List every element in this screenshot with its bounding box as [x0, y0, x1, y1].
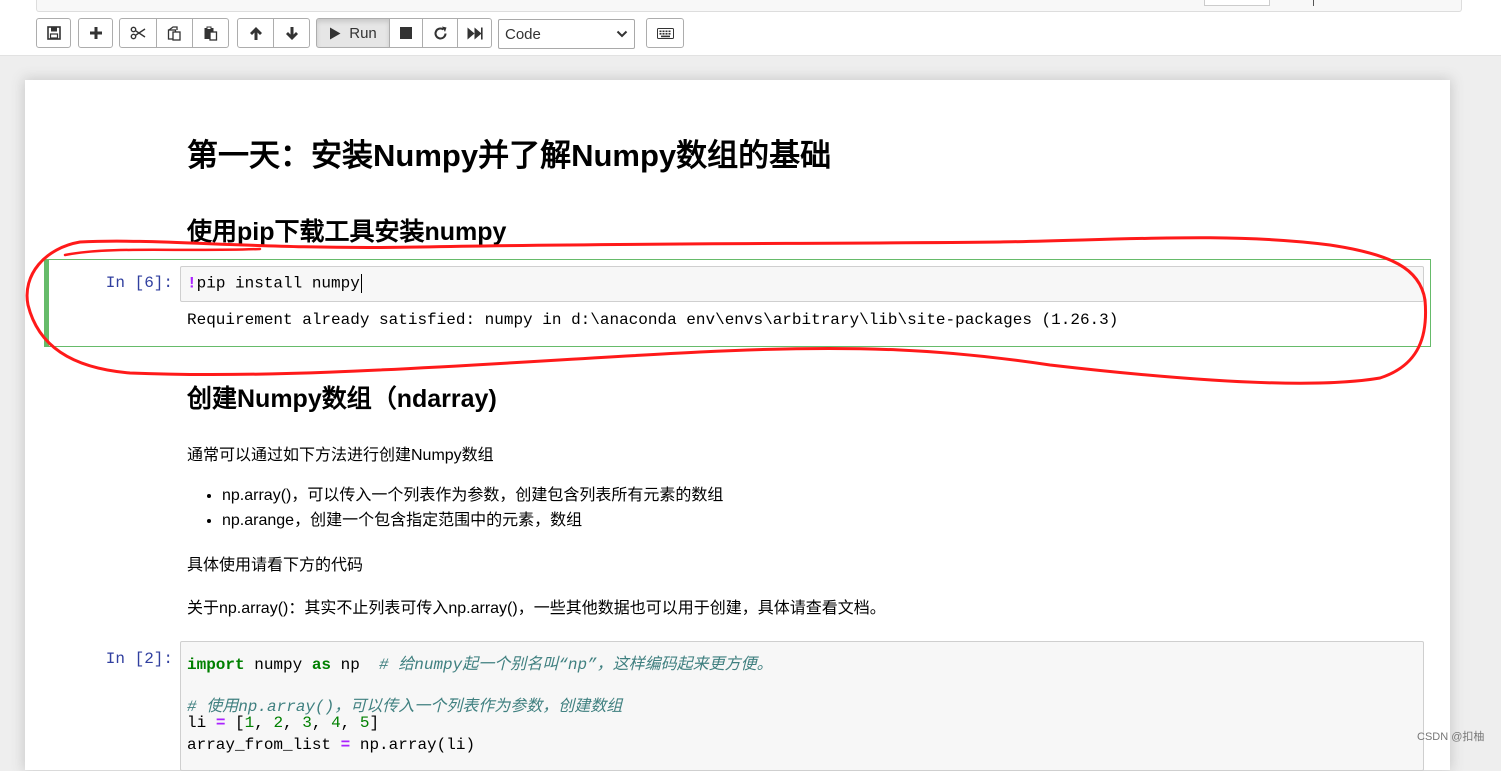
punctuation: ] [369, 714, 380, 732]
toolbar-region: Run Code [0, 0, 1501, 56]
arrow-down-icon [285, 26, 298, 40]
punctuation: , [311, 714, 332, 732]
alias-name: np [331, 656, 380, 674]
operator: = [215, 714, 226, 732]
restart-run-all-button[interactable] [457, 18, 492, 48]
run-button-label: Run [349, 24, 377, 42]
keyword: import [187, 656, 245, 674]
run-button[interactable]: Run [316, 18, 390, 48]
variable-name: li [187, 714, 216, 732]
list-item: np.arange，创建一个包含指定范围中的元素，数组 [222, 508, 723, 533]
cell-prompt: In [2]: [105, 650, 173, 668]
number-literal: 3 [302, 714, 312, 732]
module-name: numpy [244, 656, 312, 674]
play-icon [330, 27, 341, 39]
usage-paragraph: 具体使用请看下方的代码 [187, 557, 364, 574]
chevron-down-icon [616, 30, 628, 38]
function-call: np.array(li) [350, 736, 476, 754]
code-line: array_from_list = np.array(li) [187, 736, 475, 754]
cell-prompt: In [6]: [105, 274, 173, 292]
insert-cell-button[interactable] [78, 18, 113, 48]
menubar-widget[interactable] [1204, 0, 1270, 6]
cell-type-value: Code [505, 25, 541, 43]
intro-paragraph: 通常可以通过如下方法进行创建Numpy数组 [187, 447, 494, 464]
restart-button[interactable] [422, 18, 458, 48]
shell-bang: ! [187, 274, 197, 293]
fast-forward-icon [467, 27, 483, 39]
interrupt-button[interactable] [389, 18, 423, 48]
command-palette-button[interactable] [646, 18, 684, 48]
code-comment: # 给numpy起一个别名叫“np”，这样编码起来更方便。 [379, 656, 773, 674]
save-group [36, 18, 71, 48]
cut-icon [130, 26, 146, 40]
command-palette-group [646, 18, 684, 48]
run-group: Run [316, 18, 492, 48]
clipboard-group [119, 18, 229, 48]
operator: = [340, 736, 351, 754]
copy-button[interactable] [156, 18, 193, 48]
cell-output-text: Requirement already satisfied: numpy in … [187, 311, 1119, 329]
arrow-up-icon [249, 26, 262, 40]
number-literal: 1 [244, 714, 255, 732]
code-line: # 使用np.array()，可以传入一个列表作为参数，创建数组 [187, 692, 622, 716]
menubar-separator [1313, 0, 1314, 6]
punctuation: , [340, 714, 360, 732]
create-array-heading: 创建Numpy数组（ndarray) [187, 385, 497, 413]
install-heading: 使用pip下载工具安装numpy [187, 218, 507, 246]
move-up-button[interactable] [237, 18, 274, 48]
notebook-title-heading: 第一天：安装Numpy并了解Numpy数组的基础 [187, 138, 832, 173]
variable-name: array_from_list [187, 736, 341, 754]
cut-button[interactable] [119, 18, 157, 48]
insert-group [78, 18, 113, 48]
code-line: import numpy as np # 给numpy起一个别名叫“np”，这样… [187, 650, 773, 674]
code-input-area[interactable]: !pip install numpy [180, 266, 1424, 302]
paste-button[interactable] [192, 18, 229, 48]
text-cursor [360, 274, 362, 293]
code-line: !pip install numpy [187, 274, 362, 293]
code-input-area[interactable]: import numpy as np # 给numpy起一个别名叫“np”，这样… [180, 641, 1424, 771]
cell-type-select[interactable]: Code [498, 19, 635, 49]
punctuation: , [254, 714, 274, 732]
shell-command: pip install numpy [196, 274, 360, 293]
save-button[interactable] [36, 18, 71, 48]
list-item: np.array()，可以传入一个列表作为参数，创建包含列表所有元素的数组 [222, 483, 723, 508]
number-literal: 4 [331, 714, 341, 732]
stop-icon [400, 27, 412, 39]
keyword: as [311, 656, 332, 674]
restart-icon [434, 26, 446, 39]
paste-icon [204, 26, 218, 41]
save-icon [46, 26, 61, 40]
copy-icon [167, 25, 181, 41]
move-down-button[interactable] [273, 18, 310, 48]
number-literal: 2 [273, 714, 284, 732]
punctuation: [ [225, 714, 245, 732]
punctuation: , [283, 714, 303, 732]
watermark: CSDN @扣柚 [1417, 731, 1485, 743]
method-list: np.array()，可以传入一个列表作为参数，创建包含列表所有元素的数组 np… [187, 483, 723, 533]
move-group [237, 18, 310, 48]
menubar [36, 0, 1462, 12]
note-paragraph: 关于np.array()：其实不止列表可传入np.array()，一些其他数据也… [187, 600, 886, 617]
plus-icon [89, 27, 102, 39]
code-line: li = [1, 2, 3, 4, 5] [187, 714, 379, 732]
keyboard-icon [656, 27, 674, 39]
